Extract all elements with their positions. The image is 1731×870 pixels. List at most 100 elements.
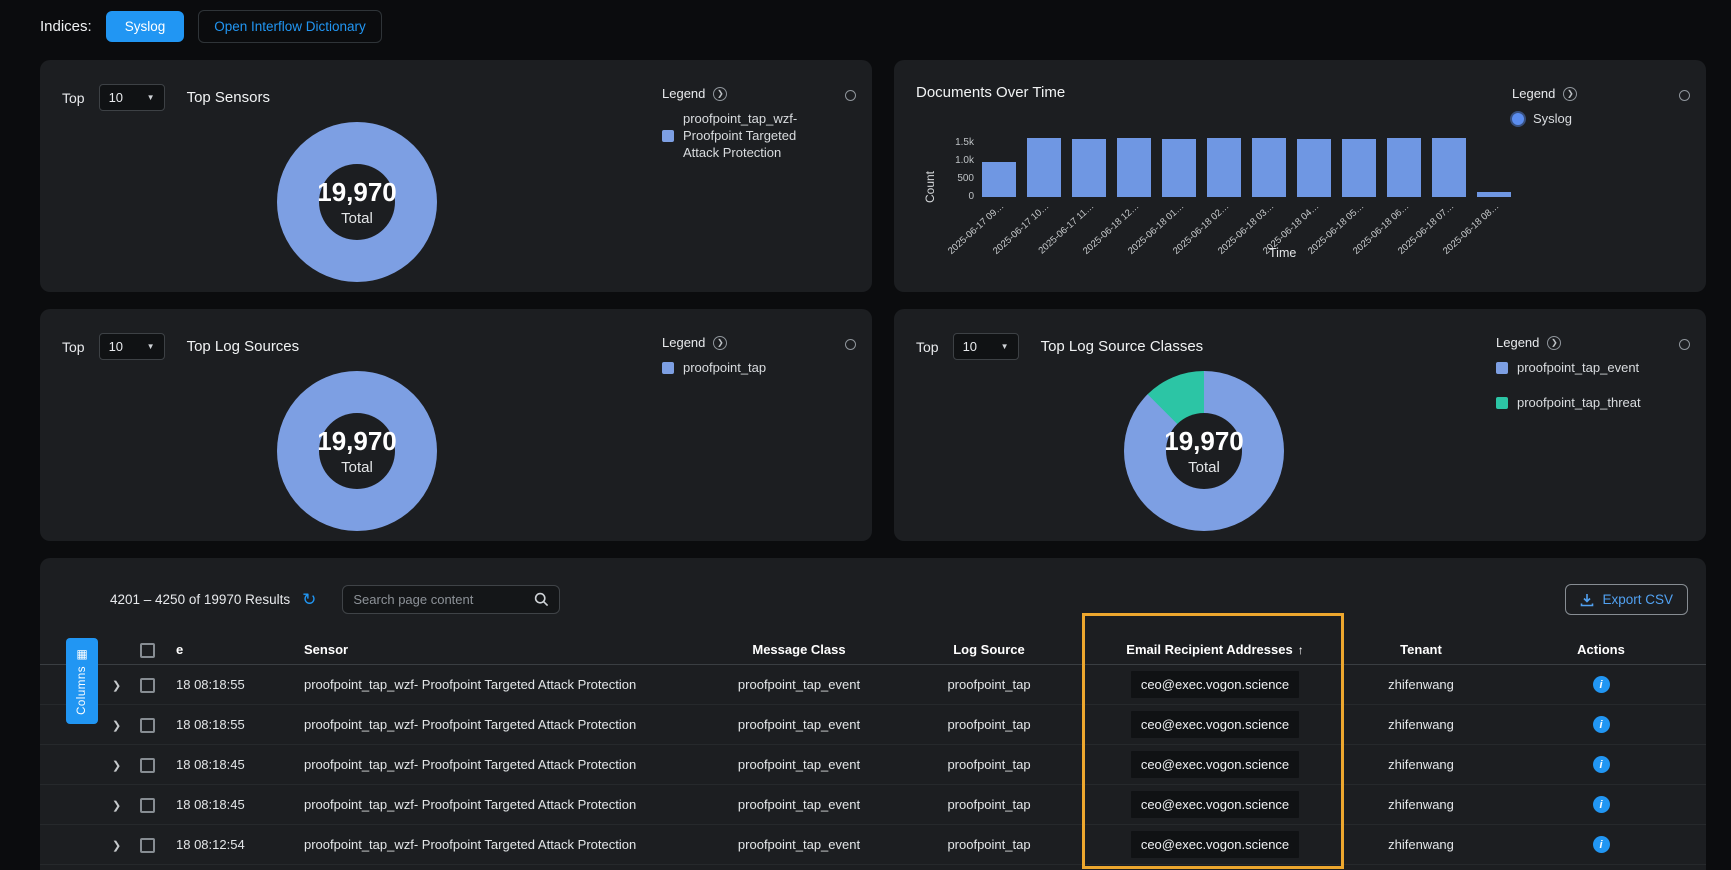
row-checkbox[interactable]	[140, 718, 155, 733]
results-count: 4201 – 4250 of 19970 Results	[110, 592, 290, 607]
expand-row-icon[interactable]: ❯	[112, 840, 121, 852]
chevron-down-icon: ▼	[147, 93, 155, 102]
panel-handle-icon[interactable]	[845, 90, 856, 101]
cell-log-source: proofpoint_tap	[894, 717, 1084, 732]
header-tenant[interactable]: Tenant	[1346, 642, 1496, 657]
header-message-class[interactable]: Message Class	[704, 642, 894, 657]
refresh-icon[interactable]: ↻	[302, 591, 316, 608]
search-box[interactable]	[342, 585, 560, 614]
expand-row-icon[interactable]: ❯	[112, 720, 121, 732]
row-checkbox[interactable]	[140, 678, 155, 693]
panel-handle-icon[interactable]	[1679, 339, 1690, 350]
legend-item[interactable]: proofpoint_tap_wzf- Proofpoint Targeted …	[662, 111, 824, 162]
info-icon[interactable]: i	[1593, 676, 1610, 693]
select-all-checkbox[interactable]	[140, 643, 155, 658]
legend-toggle-icon[interactable]: ❯	[1547, 336, 1561, 350]
chevron-down-icon: ▼	[1001, 342, 1009, 351]
top-n-value: 10	[109, 90, 123, 105]
top-label: Top	[62, 90, 85, 106]
bar[interactable]	[1477, 192, 1511, 197]
header-sensor[interactable]: Sensor	[304, 642, 704, 657]
syslog-index-button[interactable]: Syslog	[106, 11, 185, 42]
legend-item[interactable]: proofpoint_tap	[662, 360, 824, 377]
bar[interactable]	[1342, 139, 1376, 197]
bar[interactable]	[1432, 138, 1466, 197]
header-log-source[interactable]: Log Source	[894, 642, 1084, 657]
expand-row-icon[interactable]: ❯	[112, 800, 121, 812]
expand-row-icon[interactable]: ❯	[112, 680, 121, 692]
bar[interactable]	[1297, 139, 1331, 198]
bar[interactable]	[1207, 138, 1241, 197]
legend-title: Legend	[1512, 86, 1555, 101]
legend-item[interactable]: proofpoint_tap_threat	[1496, 395, 1658, 412]
bar[interactable]	[1162, 139, 1196, 197]
table-row: ❯ 18 08:18:55 proofpoint_tap_wzf- Proofp…	[40, 665, 1706, 705]
cell-sensor: proofpoint_tap_wzf- Proofpoint Targeted …	[304, 717, 704, 732]
cell-email-recipient[interactable]: ceo@exec.vogon.science	[1131, 751, 1299, 778]
panel-handle-icon[interactable]	[845, 339, 856, 350]
row-checkbox[interactable]	[140, 798, 155, 813]
info-icon[interactable]: i	[1593, 836, 1610, 853]
top-sensors-donut-chart[interactable]: 19,970 Total	[277, 122, 437, 282]
cell-sensor: proofpoint_tap_wzf- Proofpoint Targeted …	[304, 797, 704, 812]
columns-button[interactable]: ▦ Columns	[66, 638, 98, 724]
top-n-select[interactable]: 10 ▼	[99, 84, 165, 111]
top-log-source-classes-donut-chart[interactable]: 19,970 Total	[1124, 371, 1284, 531]
cell-time: 18 08:12:54	[176, 837, 304, 852]
top-n-select[interactable]: 10 ▼	[953, 333, 1019, 360]
header-time[interactable]: e	[176, 642, 304, 657]
panel-top-log-sources: Top 10 ▼ Top Log Sources 19,970 Total Le…	[40, 309, 872, 541]
panel-title: Documents Over Time	[916, 84, 1065, 101]
bar[interactable]	[1072, 139, 1106, 197]
bar[interactable]	[1027, 138, 1061, 197]
cell-message-class: proofpoint_tap_event	[704, 837, 894, 852]
cell-message-class: proofpoint_tap_event	[704, 677, 894, 692]
cell-time: 18 08:18:45	[176, 797, 304, 812]
legend: Legend ❯ proofpoint_tap_wzf- Proofpoint …	[662, 86, 824, 162]
legend-toggle-icon[interactable]: ❯	[713, 87, 727, 101]
top-log-sources-donut-chart[interactable]: 19,970 Total	[277, 371, 437, 531]
search-input[interactable]	[353, 592, 526, 607]
donut-total-label: Total	[1188, 459, 1220, 476]
bars	[982, 131, 1511, 197]
panel-title: Top Sensors	[187, 89, 270, 106]
top-n-value: 10	[963, 339, 977, 354]
row-checkbox[interactable]	[140, 758, 155, 773]
table-grid-icon: ▦	[76, 648, 87, 660]
panel-documents-over-time: Documents Over Time Count 1.5k 1.0k 500 …	[894, 60, 1706, 292]
legend-swatch-icon	[662, 362, 674, 374]
legend-swatch-icon	[662, 130, 674, 142]
legend: Legend ❯ Syslog	[1512, 86, 1642, 128]
legend-toggle-icon[interactable]: ❯	[713, 336, 727, 350]
bar[interactable]	[1387, 138, 1421, 197]
export-csv-button[interactable]: Export CSV	[1565, 584, 1688, 615]
donut-total-label: Total	[341, 459, 373, 476]
legend-item[interactable]: Syslog	[1512, 111, 1642, 128]
table-row: ❯ 18 08:18:55 proofpoint_tap_wzf- Proofp…	[40, 705, 1706, 745]
cell-message-class: proofpoint_tap_event	[704, 757, 894, 772]
results-table-panel: ▦ Columns 4201 – 4250 of 19970 Results ↻…	[40, 558, 1706, 870]
expand-row-icon[interactable]: ❯	[112, 760, 121, 772]
row-checkbox[interactable]	[140, 838, 155, 853]
cell-time: 18 08:18:55	[176, 717, 304, 732]
table-header-row: e Sensor Message Class Log Source Email …	[40, 635, 1706, 665]
header-email-recipient-addresses[interactable]: Email Recipient Addresses↑	[1084, 642, 1346, 657]
cell-email-recipient[interactable]: ceo@exec.vogon.science	[1131, 671, 1299, 698]
info-icon[interactable]: i	[1593, 756, 1610, 773]
cell-email-recipient[interactable]: ceo@exec.vogon.science	[1131, 831, 1299, 858]
bar[interactable]	[1117, 138, 1151, 197]
panel-handle-icon[interactable]	[1679, 90, 1690, 101]
info-icon[interactable]: i	[1593, 796, 1610, 813]
x-axis-label: Time	[1269, 246, 1296, 260]
cell-email-recipient[interactable]: ceo@exec.vogon.science	[1131, 711, 1299, 738]
bar[interactable]	[982, 162, 1016, 197]
info-icon[interactable]: i	[1593, 716, 1610, 733]
top-n-select[interactable]: 10 ▼	[99, 333, 165, 360]
legend-toggle-icon[interactable]: ❯	[1563, 87, 1577, 101]
legend-item[interactable]: proofpoint_tap_event	[1496, 360, 1658, 377]
cell-email-recipient[interactable]: ceo@exec.vogon.science	[1131, 791, 1299, 818]
cell-tenant: zhifenwang	[1346, 837, 1496, 852]
top-n-value: 10	[109, 339, 123, 354]
bar[interactable]	[1252, 138, 1286, 197]
open-interflow-dictionary-button[interactable]: Open Interflow Dictionary	[198, 10, 382, 43]
